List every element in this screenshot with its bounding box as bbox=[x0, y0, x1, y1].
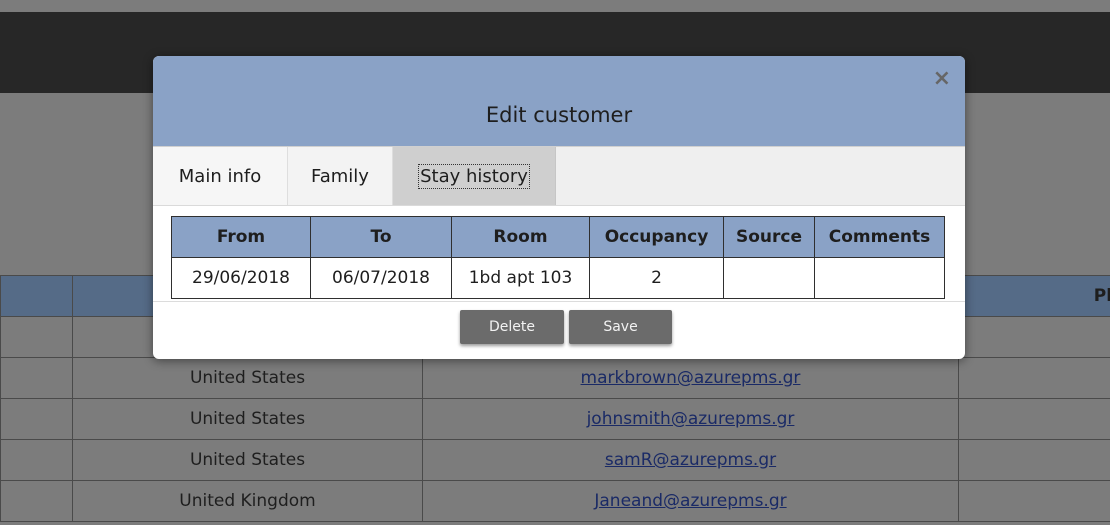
cell-from: 29/06/2018 bbox=[171, 257, 311, 299]
table-cell bbox=[958, 398, 1110, 440]
table-row[interactable]: United States markbrown@azurepms.gr bbox=[0, 357, 1110, 399]
tab-family[interactable]: Family bbox=[288, 147, 393, 205]
edit-customer-dialog: Edit customer × Main info Family Stay hi… bbox=[153, 56, 965, 359]
tab-main-info[interactable]: Main info bbox=[153, 147, 288, 205]
close-icon[interactable]: × bbox=[933, 68, 951, 90]
cell-room: 1bd apt 103 bbox=[451, 257, 590, 299]
table-cell bbox=[958, 439, 1110, 481]
dialog-footer: Delete Save bbox=[153, 301, 965, 359]
table-cell bbox=[0, 316, 73, 358]
phone-header: Pho bbox=[958, 275, 1110, 317]
country-cell: United States bbox=[72, 439, 423, 481]
table-cell bbox=[958, 357, 1110, 399]
country-cell: United Kingdom bbox=[72, 480, 423, 522]
country-cell: United States bbox=[72, 398, 423, 440]
table-row[interactable]: 29/06/2018 06/07/2018 1bd apt 103 2 bbox=[171, 257, 945, 299]
country-cell: United States bbox=[72, 357, 423, 399]
table-row[interactable]: United States samR@azurepms.gr bbox=[0, 439, 1110, 481]
header-room: Room bbox=[451, 216, 590, 258]
stay-history-table: From To Room Occupancy Source Comments 2… bbox=[171, 216, 945, 299]
header-to: To bbox=[310, 216, 452, 258]
tab-bar: Main info Family Stay history bbox=[153, 147, 965, 206]
table-cell bbox=[0, 480, 73, 522]
save-button[interactable]: Save bbox=[569, 310, 672, 344]
email-cell: markbrown@azurepms.gr bbox=[422, 357, 959, 399]
table-cell bbox=[0, 357, 73, 399]
cell-source bbox=[723, 257, 815, 299]
table-header-row: From To Room Occupancy Source Comments bbox=[171, 216, 945, 258]
dialog-header: Edit customer × bbox=[153, 56, 965, 147]
cell-occupancy: 2 bbox=[589, 257, 724, 299]
header-from: From bbox=[171, 216, 311, 258]
tab-stay-history[interactable]: Stay history bbox=[393, 147, 556, 205]
email-link[interactable]: markbrown@azurepms.gr bbox=[581, 368, 801, 388]
header-occupancy: Occupancy bbox=[589, 216, 724, 258]
delete-button[interactable]: Delete bbox=[460, 310, 564, 344]
table-cell bbox=[0, 398, 73, 440]
table-header-cell bbox=[0, 275, 73, 317]
email-cell: Janeand@azurepms.gr bbox=[422, 480, 959, 522]
stay-history-panel: From To Room Occupancy Source Comments 2… bbox=[153, 206, 965, 301]
email-cell: samR@azurepms.gr bbox=[422, 439, 959, 481]
email-link[interactable]: Janeand@azurepms.gr bbox=[594, 491, 786, 511]
email-link[interactable]: samR@azurepms.gr bbox=[605, 450, 776, 470]
table-cell bbox=[958, 316, 1110, 358]
table-cell bbox=[958, 480, 1110, 522]
header-comments: Comments bbox=[814, 216, 945, 258]
cell-to: 06/07/2018 bbox=[310, 257, 452, 299]
email-link[interactable]: johnsmith@azurepms.gr bbox=[587, 409, 795, 429]
cell-comments bbox=[814, 257, 945, 299]
email-cell: johnsmith@azurepms.gr bbox=[422, 398, 959, 440]
header-source: Source bbox=[723, 216, 815, 258]
dialog-title: Edit customer bbox=[485, 103, 633, 127]
table-row[interactable]: United Kingdom Janeand@azurepms.gr bbox=[0, 480, 1110, 522]
table-row[interactable]: United States johnsmith@azurepms.gr bbox=[0, 398, 1110, 440]
tab-label: Stay history bbox=[418, 163, 530, 189]
table-cell bbox=[0, 439, 73, 481]
